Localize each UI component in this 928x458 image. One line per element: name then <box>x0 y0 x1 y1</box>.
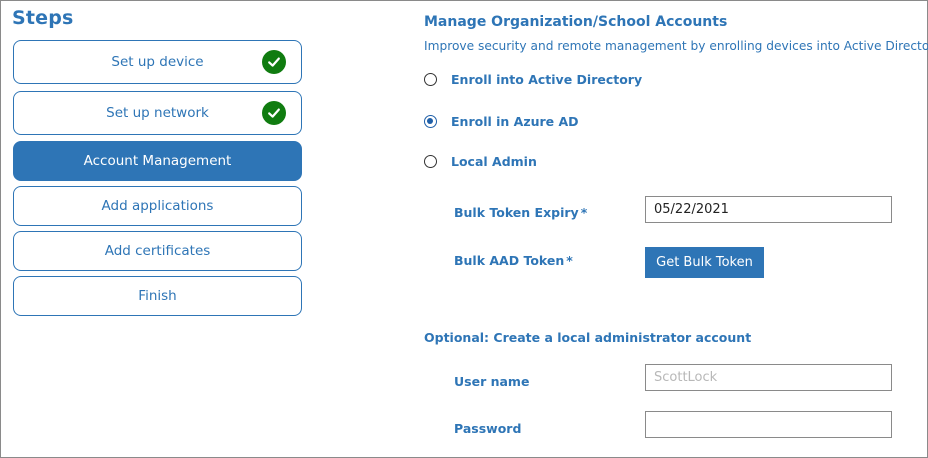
option-local-admin[interactable]: Local Admin <box>424 152 537 170</box>
checkmark-icon <box>262 101 286 125</box>
step-label: Add certificates <box>104 243 211 259</box>
enrollment-wizard-window: Steps Set up device Set up network Accou… <box>0 0 928 458</box>
password-label: Password <box>454 421 522 436</box>
label-text: Bulk AAD Token <box>454 253 565 268</box>
steps-title: Steps <box>12 7 74 29</box>
step-add-certificates[interactable]: Add certificates <box>13 231 302 271</box>
username-input[interactable]: ScottLock <box>645 364 892 391</box>
radio-button[interactable] <box>424 154 437 168</box>
step-set-up-network[interactable]: Set up network <box>13 91 302 135</box>
option-enroll-active-directory[interactable]: Enroll into Active Directory <box>424 70 642 88</box>
radio-button-selected[interactable] <box>424 114 437 128</box>
optional-section-title: Optional: Create a local administrator a… <box>424 330 752 345</box>
bulk-aad-token-label: Bulk AAD Token * <box>454 253 573 268</box>
label-text: Bulk Token Expiry <box>454 205 579 220</box>
section-title: Manage Organization/School Accounts <box>424 14 728 30</box>
step-add-applications[interactable]: Add applications <box>13 186 302 226</box>
username-label: User name <box>454 374 530 389</box>
option-label: Local Admin <box>451 153 537 169</box>
required-marker: * <box>566 253 573 268</box>
option-label: Enroll in Azure AD <box>451 113 579 129</box>
required-marker: * <box>580 205 588 220</box>
password-input[interactable] <box>645 411 892 438</box>
step-label: Add applications <box>101 198 214 214</box>
step-label: Set up device <box>111 54 204 70</box>
checkmark-icon <box>262 50 286 74</box>
section-description: Improve security and remote management b… <box>424 39 928 53</box>
step-finish[interactable]: Finish <box>13 276 302 316</box>
step-label: Set up network <box>106 105 209 121</box>
step-label: Finish <box>138 288 177 304</box>
get-bulk-token-button[interactable]: Get Bulk Token <box>645 247 764 278</box>
bulk-token-expiry-label: Bulk Token Expiry * <box>454 205 587 220</box>
radio-button[interactable] <box>424 72 437 86</box>
bulk-token-expiry-input[interactable]: 05/22/2021 <box>645 196 892 223</box>
step-account-management[interactable]: Account Management <box>13 141 302 181</box>
step-set-up-device[interactable]: Set up device <box>13 40 302 84</box>
option-label: Enroll into Active Directory <box>451 71 643 87</box>
step-label: Account Management <box>83 153 232 169</box>
option-enroll-azure-ad[interactable]: Enroll in Azure AD <box>424 112 579 130</box>
